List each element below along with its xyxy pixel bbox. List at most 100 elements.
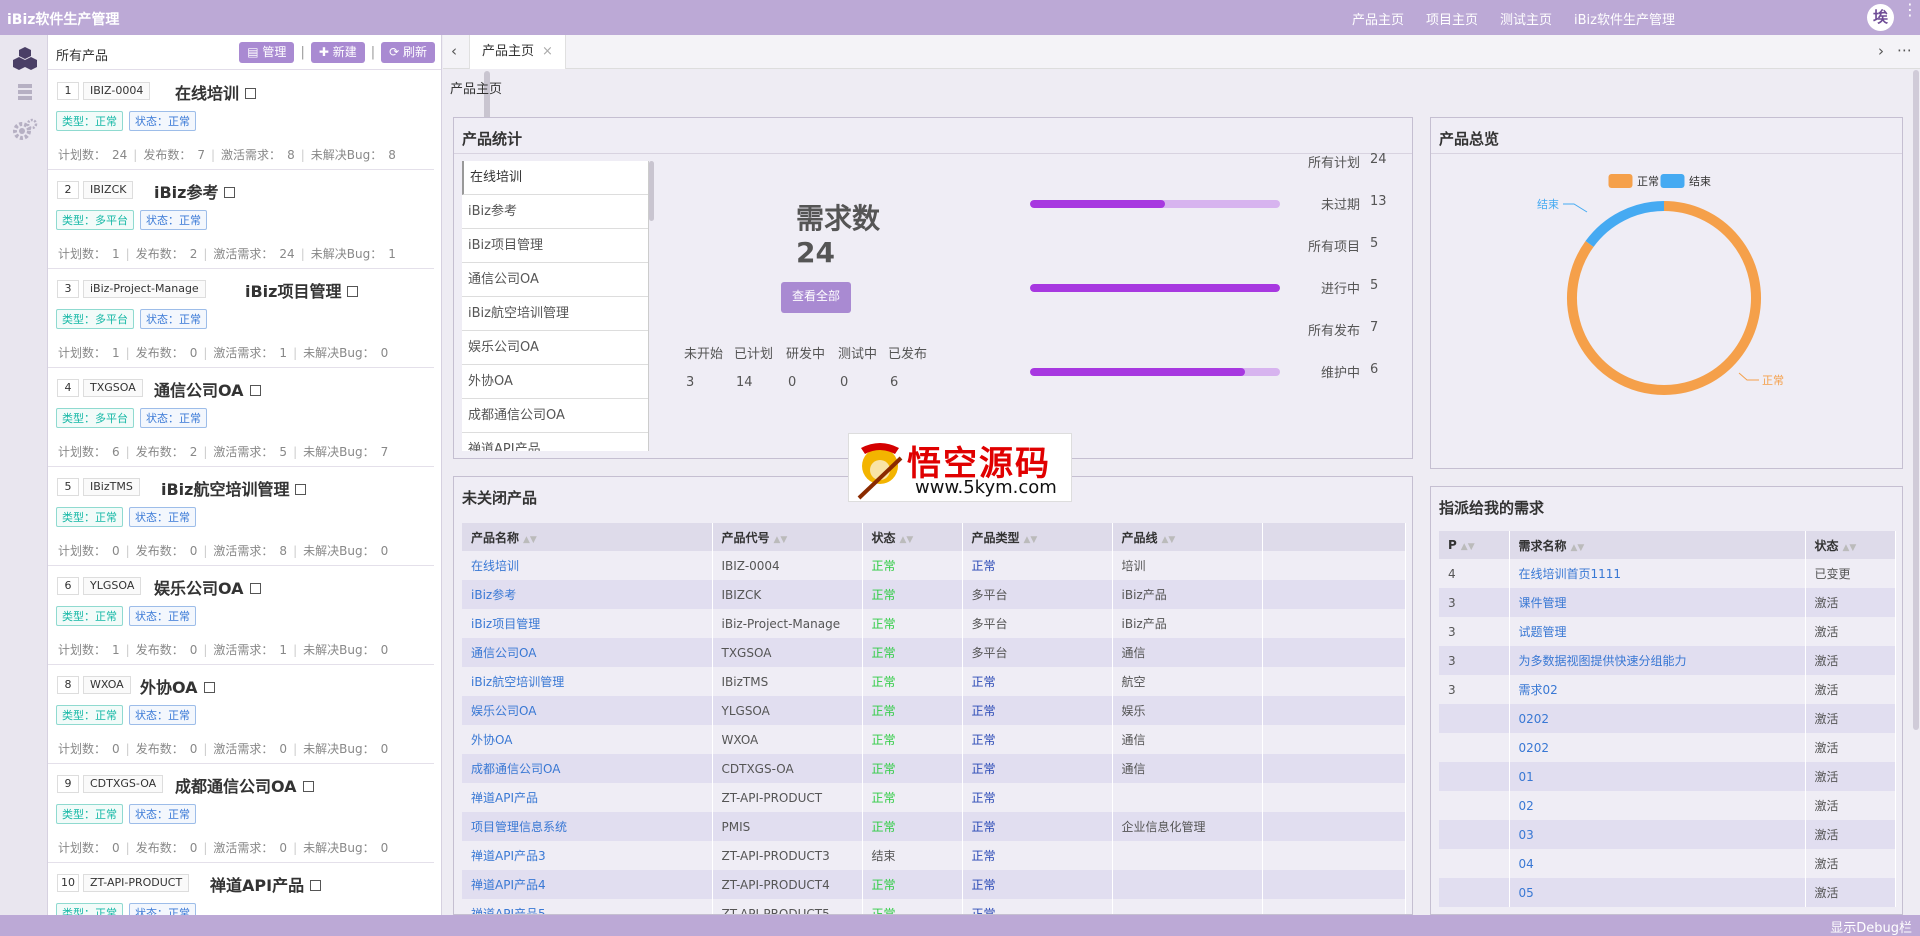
- product-list-item[interactable]: 2 IBIZCK iBiz参考 类型：多平台 状态：正常 计划数： 1 | 发布数： 2 | 激活需求…: [48, 170, 434, 269]
- gear-icon[interactable]: [12, 117, 38, 143]
- sort-icon[interactable]: ▲▼: [1024, 535, 1038, 545]
- item-name[interactable]: 成都通信公司OA: [175, 773, 314, 797]
- nav-product-home[interactable]: 产品主页: [1352, 9, 1404, 28]
- sort-icon[interactable]: ▲▼: [1843, 543, 1857, 553]
- table-row[interactable]: 3 为多数据视图提供快速分组能力 激活: [1439, 646, 1896, 675]
- table-cell[interactable]: 0202: [1509, 704, 1806, 733]
- table-row[interactable]: 成都通信公司OA CDTXGS-OA 正常 正常 通信: [462, 754, 1406, 783]
- more-vertical-icon[interactable]: ⋮: [1902, 2, 1918, 18]
- table-row[interactable]: 0202 激活: [1439, 704, 1896, 733]
- table-cell[interactable]: 禅道API产品3: [462, 841, 713, 870]
- item-name[interactable]: iBiz参考: [154, 179, 236, 203]
- table-row[interactable]: iBiz航空培训管理 IBizTMS 正常 正常 航空: [462, 667, 1406, 696]
- table-row[interactable]: 在线培训 IBIZ-0004 正常 正常 培训: [462, 551, 1406, 580]
- external-link-icon[interactable]: [245, 88, 257, 99]
- column-header[interactable]: 产品名称 ▲▼: [462, 523, 713, 551]
- table-cell[interactable]: 为多数据视图提供快速分组能力: [1509, 646, 1806, 675]
- table-cell[interactable]: 03: [1509, 820, 1806, 849]
- stats-product-item[interactable]: iBiz项目管理: [462, 229, 648, 263]
- table-cell[interactable]: 在线培训首页1111: [1509, 559, 1806, 588]
- table-cell[interactable]: 01: [1509, 762, 1806, 791]
- stats-product-item[interactable]: 禅道API产品: [462, 433, 648, 451]
- sort-icon[interactable]: ▲▼: [774, 535, 788, 545]
- sort-icon[interactable]: ▲▼: [1162, 535, 1176, 545]
- table-cell[interactable]: 禅道API产品4: [462, 870, 713, 899]
- product-cubes-icon[interactable]: [12, 45, 38, 71]
- item-name[interactable]: 娱乐公司OA: [154, 575, 261, 599]
- debug-toggle[interactable]: 显示Debug栏: [1830, 917, 1912, 936]
- table-cell[interactable]: 05: [1509, 878, 1806, 907]
- stats-product-item[interactable]: 在线培训: [462, 161, 648, 195]
- table-row[interactable]: 禅道API产品 ZT-API-PRODUCT 正常 正常: [462, 783, 1406, 812]
- item-name[interactable]: 外协OA: [140, 674, 215, 698]
- chevron-left-icon[interactable]: ‹: [451, 42, 457, 60]
- external-link-icon[interactable]: [249, 385, 261, 396]
- table-row[interactable]: 0202 激活: [1439, 733, 1896, 762]
- page-scrollbar[interactable]: [1913, 70, 1919, 730]
- item-name[interactable]: 在线培训: [175, 80, 257, 104]
- product-list-item[interactable]: 4 TXGSOA 通信公司OA 类型：多平台 状态：正常 计划数： 6 | 发布数： 2 | 激活需求…: [48, 368, 434, 467]
- legend-swatch[interactable]: [1608, 174, 1633, 188]
- table-cell[interactable]: 通信公司OA: [462, 638, 713, 667]
- external-link-icon[interactable]: [310, 880, 322, 891]
- table-cell[interactable]: 项目管理信息系统: [462, 812, 713, 841]
- column-header[interactable]: P ▲▼: [1439, 531, 1510, 559]
- nav-ibiz-home[interactable]: iBiz软件生产管理: [1574, 9, 1675, 28]
- product-list-item[interactable]: 5 IBizTMS iBiz航空培训管理 类型：正常 状态：正常 计划数： 0 | 发布数： 0 |…: [48, 467, 434, 566]
- more-horizontal-icon[interactable]: ⋯: [1897, 41, 1912, 59]
- manage-button[interactable]: ▤ 管理: [239, 42, 295, 63]
- tab-product-home[interactable]: 产品主页 ×: [469, 35, 566, 69]
- table-row[interactable]: 项目管理信息系统 PMIS 正常 正常 企业信息化管理: [462, 812, 1406, 841]
- table-cell[interactable]: iBiz项目管理: [462, 609, 713, 638]
- external-link-icon[interactable]: [347, 286, 359, 297]
- stats-product-item[interactable]: 外协OA: [462, 365, 648, 399]
- nav-test-home[interactable]: 测试主页: [1500, 9, 1552, 28]
- table-row[interactable]: 04 激活: [1439, 849, 1896, 878]
- product-list-item[interactable]: 6 YLGSOA 娱乐公司OA 类型：正常 状态：正常 计划数： 1 | 发布数： 0 | 激活需求：…: [48, 566, 434, 665]
- avatar[interactable]: 埃: [1867, 4, 1894, 31]
- table-cell[interactable]: 试题管理: [1509, 617, 1806, 646]
- table-row[interactable]: 05 激活: [1439, 878, 1896, 907]
- view-all-button[interactable]: 查看全部: [781, 282, 851, 313]
- table-row[interactable]: 3 需求02 激活: [1439, 675, 1896, 704]
- stats-product-item[interactable]: 通信公司OA: [462, 263, 648, 297]
- stats-list-scrollbar[interactable]: [649, 161, 654, 221]
- item-name[interactable]: 通信公司OA: [154, 377, 261, 401]
- item-name[interactable]: 禅道API产品: [210, 872, 322, 896]
- external-link-icon[interactable]: [302, 781, 314, 792]
- table-row[interactable]: 通信公司OA TXGSOA 正常 多平台 通信: [462, 638, 1406, 667]
- table-cell[interactable]: iBiz参考: [462, 580, 713, 609]
- table-row[interactable]: iBiz参考 IBIZCK 正常 多平台 iBiz产品: [462, 580, 1406, 609]
- chevron-right-icon[interactable]: ›: [1878, 42, 1884, 60]
- table-cell[interactable]: 娱乐公司OA: [462, 696, 713, 725]
- table-row[interactable]: 禅道API产品3 ZT-API-PRODUCT3 结束 正常: [462, 841, 1406, 870]
- list-icon[interactable]: [12, 80, 38, 106]
- stats-product-item[interactable]: iBiz航空培训管理: [462, 297, 648, 331]
- table-row[interactable]: 4 在线培训首页1111 已变更: [1439, 559, 1896, 588]
- table-cell[interactable]: 0202: [1509, 733, 1806, 762]
- external-link-icon[interactable]: [224, 187, 236, 198]
- refresh-button[interactable]: ⟳ 刷新: [381, 42, 435, 63]
- table-cell[interactable]: 课件管理: [1509, 588, 1806, 617]
- sort-icon[interactable]: ▲▼: [1571, 543, 1585, 553]
- table-row[interactable]: 3 试题管理 激活: [1439, 617, 1896, 646]
- table-row[interactable]: 01 激活: [1439, 762, 1896, 791]
- table-cell[interactable]: 禅道API产品: [462, 783, 713, 812]
- legend-swatch[interactable]: [1660, 174, 1685, 188]
- table-row[interactable]: 02 激活: [1439, 791, 1896, 820]
- sort-icon[interactable]: ▲▼: [900, 535, 914, 545]
- stats-product-item[interactable]: 娱乐公司OA: [462, 331, 648, 365]
- column-header[interactable]: 状态 ▲▼: [1805, 531, 1896, 559]
- table-cell[interactable]: 02: [1509, 791, 1806, 820]
- product-list-item[interactable]: 8 WXOA 外协OA 类型：正常 状态：正常 计划数： 0 | 发布数： 0 | 激活需求： 0 | 未解…: [48, 665, 434, 764]
- product-list-item[interactable]: 3 iBiz-Project-Manage iBiz项目管理 类型：多平台 状态：正常计…: [48, 269, 434, 368]
- column-header[interactable]: 需求名称 ▲▼: [1509, 531, 1806, 559]
- stats-product-item[interactable]: 成都通信公司OA: [462, 399, 648, 433]
- table-cell[interactable]: 04: [1509, 849, 1806, 878]
- item-name[interactable]: iBiz项目管理: [245, 278, 359, 302]
- table-row[interactable]: 外协OA WXOA 正常 正常 通信: [462, 725, 1406, 754]
- column-header[interactable]: 产品类型 ▲▼: [962, 523, 1113, 551]
- table-row[interactable]: 03 激活: [1439, 820, 1896, 849]
- external-link-icon[interactable]: [249, 583, 261, 594]
- donut-slice-closed[interactable]: [1585, 201, 1665, 247]
